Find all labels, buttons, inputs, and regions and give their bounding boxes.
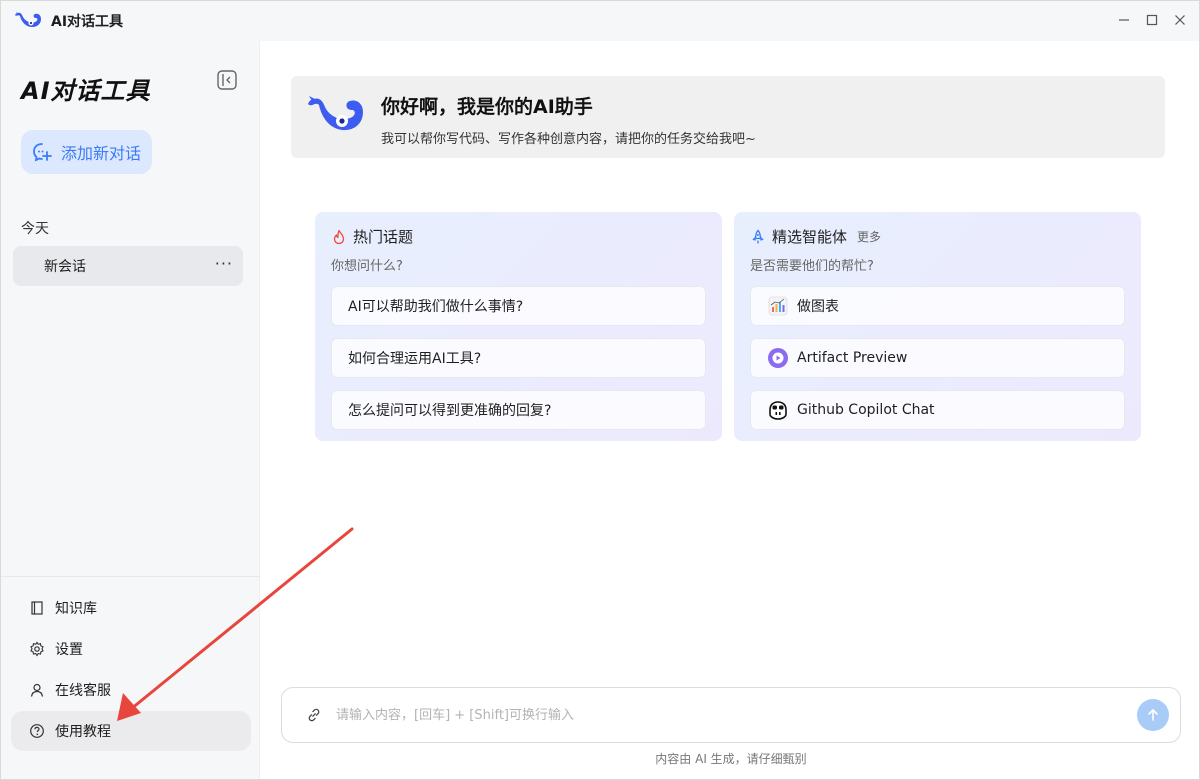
chat-input[interactable]: [336, 702, 1116, 728]
agent-item-chart[interactable]: 做图表: [750, 286, 1125, 326]
chart-icon: [767, 295, 789, 317]
featured-agents-subtitle: 是否需要他们的帮忙?: [750, 259, 874, 274]
welcome-subtitle: 我可以帮你写代码、写作各种创意内容，请把你的任务交给我吧~: [381, 132, 756, 147]
rocket-icon: [752, 229, 764, 243]
hot-topic-label: 怎么提问可以得到更准确的回复?: [348, 403, 552, 419]
sidebar: AI对话工具 添加新对话 今天 新会话 ··· 知识库 设置 在线客服 使用教程: [1, 41, 260, 779]
sidebar-item-online-support[interactable]: 在线客服: [11, 670, 251, 710]
welcome-title: 你好啊，我是你的AI助手: [381, 96, 593, 118]
close-button[interactable]: [1169, 9, 1191, 31]
hot-topic-label: AI可以帮助我们做什么事情?: [348, 299, 524, 315]
hot-topic-item[interactable]: AI可以帮助我们做什么事情?: [331, 286, 706, 326]
collapse-sidebar-icon: [217, 70, 237, 90]
hot-topics-card: 热门话题 你想问什么? AI可以帮助我们做什么事情? 如何合理运用AI工具? 怎…: [315, 212, 722, 441]
sidebar-item-label: 使用教程: [55, 724, 111, 740]
collapse-sidebar-button[interactable]: [216, 69, 238, 91]
sidebar-item-label: 在线客服: [55, 683, 111, 699]
app-title: AI对话工具: [51, 14, 124, 30]
agent-item-label: 做图表: [797, 299, 839, 315]
featured-agents-title: 精选智能体: [772, 228, 848, 246]
maximize-button[interactable]: [1141, 9, 1163, 31]
featured-agents-header: 精选智能体 更多: [750, 226, 881, 247]
session-more-button[interactable]: ···: [215, 254, 233, 273]
new-chat-icon: [33, 143, 52, 162]
agent-item-artifact-preview[interactable]: Artifact Preview: [750, 338, 1125, 378]
fire-icon: [333, 229, 345, 244]
more-agents-link[interactable]: 更多: [857, 228, 881, 245]
sidebar-item-label: 设置: [55, 642, 83, 658]
session-item-label: 新会话: [44, 259, 86, 275]
brand-title: AI对话工具: [21, 77, 151, 105]
user-icon: [30, 683, 44, 697]
agent-item-label: Github Copilot Chat: [797, 402, 935, 418]
app-window: AI对话工具 AI对话工具 添加新对话 今天 新会话 ··· 知识库 设置 在线…: [0, 0, 1200, 780]
whale-logo-icon: [15, 12, 41, 28]
help-icon: [30, 724, 44, 738]
title-bar: AI对话工具: [1, 1, 1199, 41]
book-icon: [31, 601, 43, 615]
section-today-label: 今天: [21, 221, 49, 237]
close-icon: [1175, 15, 1185, 25]
agent-item-github-copilot[interactable]: Github Copilot Chat: [750, 390, 1125, 430]
featured-agents-card: 精选智能体 更多 是否需要他们的帮忙? 做图表 Artifact Preview…: [734, 212, 1141, 441]
maximize-icon: [1146, 14, 1158, 26]
sidebar-item-settings[interactable]: 设置: [11, 629, 251, 669]
hot-topic-item[interactable]: 如何合理运用AI工具?: [331, 338, 706, 378]
sidebar-item-label: 知识库: [55, 601, 97, 617]
whale-mascot-icon: [308, 96, 363, 131]
hot-topics-title: 热门话题: [353, 228, 414, 246]
hot-topics-subtitle: 你想问什么?: [331, 259, 403, 274]
main-area: 你好啊，我是你的AI助手 我可以帮你写代码、写作各种创意内容，请把你的任务交给我…: [261, 41, 1199, 779]
attach-link-icon[interactable]: [306, 707, 322, 723]
minimize-button[interactable]: [1113, 9, 1135, 31]
window-controls: [1113, 9, 1191, 31]
minimize-icon: [1119, 19, 1129, 21]
add-new-chat-label: 添加新对话: [61, 144, 142, 163]
sidebar-divider: [1, 576, 260, 577]
hot-topic-label: 如何合理运用AI工具?: [348, 351, 482, 367]
chat-input-box: [281, 687, 1181, 743]
play-icon: [767, 347, 789, 369]
agent-item-label: Artifact Preview: [797, 350, 908, 366]
welcome-banner: 你好啊，我是你的AI助手 我可以帮你写代码、写作各种创意内容，请把你的任务交给我…: [291, 76, 1165, 158]
session-item[interactable]: 新会话 ···: [13, 246, 243, 286]
gear-icon: [30, 641, 44, 657]
hot-topics-header: 热门话题: [331, 226, 413, 247]
ai-disclaimer: 内容由 AI 生成，请仔细甄别: [655, 752, 807, 766]
send-button[interactable]: [1137, 699, 1169, 731]
copilot-icon: [767, 399, 789, 421]
sidebar-item-tutorial[interactable]: 使用教程: [11, 711, 251, 751]
hot-topic-item[interactable]: 怎么提问可以得到更准确的回复?: [331, 390, 706, 430]
add-new-chat-button[interactable]: 添加新对话: [21, 130, 152, 174]
sidebar-item-knowledge-base[interactable]: 知识库: [11, 588, 251, 628]
arrow-up-icon: [1148, 709, 1158, 721]
